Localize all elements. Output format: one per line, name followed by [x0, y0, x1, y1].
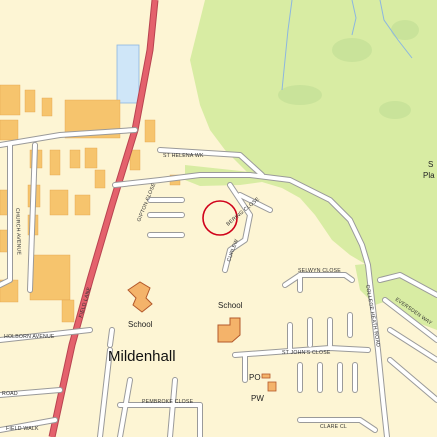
post-office-building[interactable]: [261, 373, 271, 379]
building: [49, 149, 61, 176]
building: [74, 194, 91, 216]
building: [0, 119, 19, 141]
street-label-pembroke-close: PEMBROKE CLOSE: [142, 399, 194, 405]
woodland-patch: [379, 101, 411, 119]
building: [144, 119, 156, 143]
edge-label-partial: S: [428, 160, 433, 169]
post-office-label: PO: [249, 373, 261, 382]
church-building[interactable]: [267, 381, 277, 392]
lake: [116, 44, 140, 104]
street-label-clare-cl: CLARE CL: [320, 424, 347, 430]
woodland-patch: [332, 38, 372, 62]
building: [61, 299, 75, 323]
street-label-field-walk: FIELD WALK: [6, 426, 39, 432]
edge-label-partial: Pla: [423, 171, 435, 180]
street-label-selwyn-close: SELWYN CLOSE: [298, 268, 341, 274]
building: [94, 169, 106, 189]
place-of-worship-label: PW: [251, 394, 264, 403]
building: [49, 189, 69, 216]
street-label-st-helena-wk: ST HELENA WK: [163, 153, 204, 159]
school-east-building[interactable]: [217, 317, 241, 343]
building: [84, 147, 98, 169]
building: [24, 89, 36, 113]
green-area-heath: [190, 0, 437, 330]
street-label-road: ROAD: [2, 391, 18, 397]
building: [69, 149, 81, 169]
woodland-patch: [278, 85, 322, 105]
school-east-label: School: [218, 301, 243, 310]
school-west-building[interactable]: [127, 281, 153, 313]
woodland-patch: [391, 20, 419, 40]
green-areas: [185, 0, 437, 330]
building: [41, 97, 53, 117]
school-west-label: School: [128, 320, 153, 329]
map-view[interactable]: ST HELENA WK GIPTON CLOSE BERING CLOSE C…: [0, 0, 437, 437]
building: [0, 84, 21, 116]
street-label-st-johns-close: ST JOHN'S CLOSE: [282, 350, 331, 356]
street-label-holborn-avenue: HOLBORN AVENUE: [4, 334, 55, 340]
town-name-label: Mildenhall: [108, 348, 176, 365]
map-canvas[interactable]: ST HELENA WK GIPTON CLOSE BERING CLOSE C…: [0, 0, 437, 437]
street-label-church-avenue: CHURCH AVENUE: [14, 208, 22, 256]
building: [29, 254, 71, 301]
